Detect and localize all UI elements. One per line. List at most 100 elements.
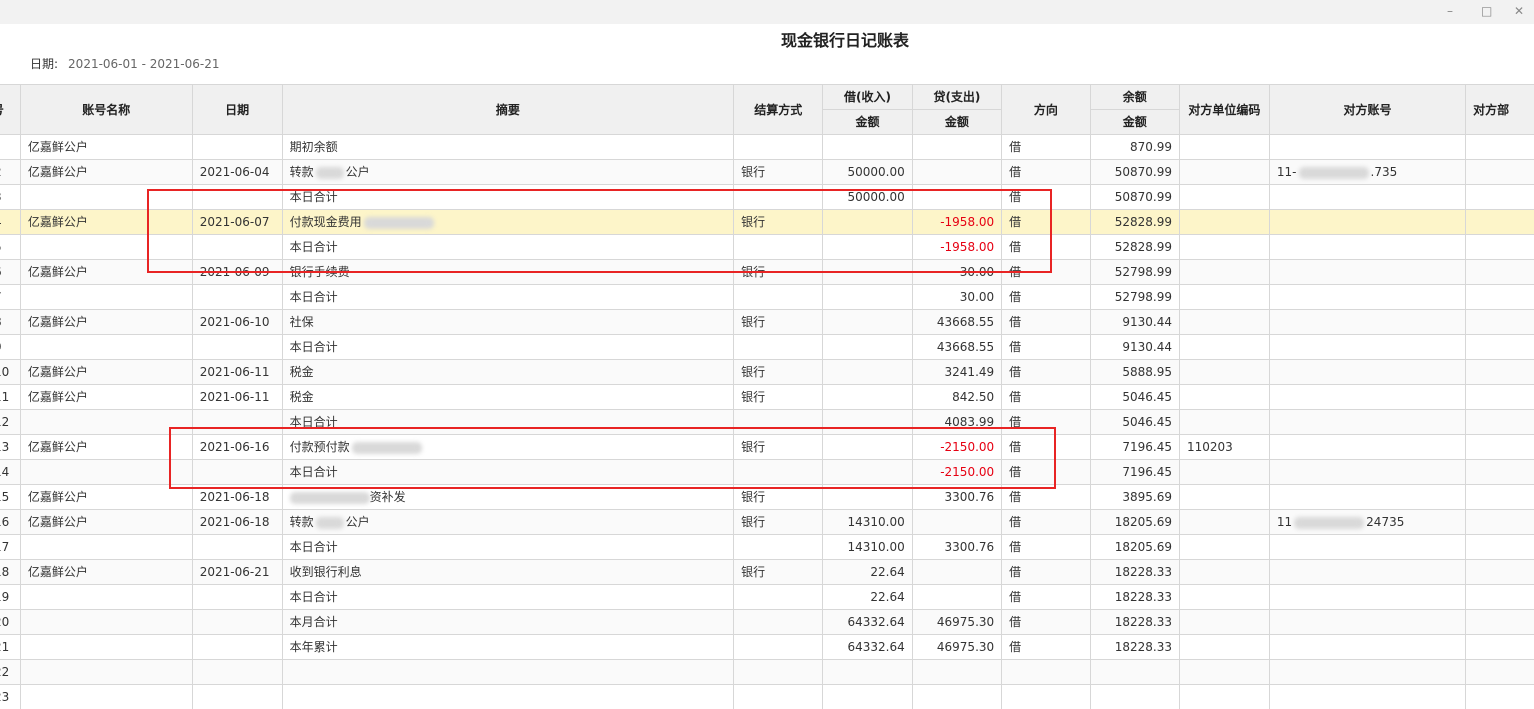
table-row[interactable]: 4亿嘉鲜公户2021-06-07付款现金费用银行-1958.00借52828.9… [0, 210, 1534, 235]
cell-counter-code[interactable] [1179, 485, 1269, 510]
cell-date[interactable]: 2021-06-16 [192, 435, 282, 460]
cell-method[interactable] [734, 460, 823, 485]
cell-summary[interactable]: 本年累计 [282, 635, 734, 660]
cell-counter-account[interactable] [1269, 610, 1465, 635]
cell-method[interactable]: 银行 [734, 210, 823, 235]
cell-seq[interactable]: 9 [0, 335, 20, 360]
cell-counter-dept[interactable] [1466, 360, 1534, 385]
cell-balance[interactable] [1090, 685, 1179, 709]
table-row[interactable]: 亿嘉鲜公户期初余额借870.99 [0, 135, 1534, 160]
cell-direction[interactable]: 借 [1002, 410, 1090, 435]
cell-balance[interactable]: 870.99 [1090, 135, 1179, 160]
cell-balance[interactable]: 9130.44 [1090, 335, 1179, 360]
cell-balance[interactable]: 18228.33 [1090, 585, 1179, 610]
cell-debit[interactable]: 14310.00 [823, 510, 912, 535]
cell-summary[interactable]: 期初余额 [282, 135, 734, 160]
col-header-account[interactable]: 账号名称 [20, 85, 192, 135]
cell-date[interactable] [192, 685, 282, 709]
cell-seq[interactable]: 12 [0, 410, 20, 435]
cell-direction[interactable]: 借 [1002, 285, 1090, 310]
cell-counter-account[interactable] [1269, 410, 1465, 435]
cell-method[interactable]: 银行 [734, 560, 823, 585]
cell-debit[interactable] [823, 385, 912, 410]
cell-balance[interactable]: 18228.33 [1090, 560, 1179, 585]
cell-balance[interactable]: 52798.99 [1090, 285, 1179, 310]
cell-debit[interactable] [823, 235, 912, 260]
cell-counter-dept[interactable] [1466, 285, 1534, 310]
cell-summary[interactable]: 本日合计 [282, 460, 734, 485]
cell-balance[interactable]: 18228.33 [1090, 635, 1179, 660]
cell-direction[interactable]: 借 [1002, 360, 1090, 385]
cell-account[interactable]: 亿嘉鲜公户 [20, 135, 192, 160]
table-row[interactable]: 21本年累计64332.6446975.30借18228.33 [0, 635, 1534, 660]
cell-credit[interactable]: 30.00 [912, 260, 1001, 285]
cell-account[interactable] [20, 585, 192, 610]
cell-method[interactable]: 银行 [734, 160, 823, 185]
cell-debit[interactable]: 64332.64 [823, 610, 912, 635]
cell-counter-code[interactable] [1179, 385, 1269, 410]
cell-credit[interactable] [912, 585, 1001, 610]
cell-credit[interactable]: 43668.55 [912, 335, 1001, 360]
cell-counter-code[interactable] [1179, 660, 1269, 685]
col-header-counter-code[interactable]: 对方单位编码 [1179, 85, 1269, 135]
table-row[interactable]: 15亿嘉鲜公户2021-06-18资补发银行3300.76借3895.69 [0, 485, 1534, 510]
cell-balance[interactable]: 5046.45 [1090, 385, 1179, 410]
cell-seq[interactable]: 6 [0, 260, 20, 285]
cell-account[interactable]: 亿嘉鲜公户 [20, 260, 192, 285]
cell-counter-dept[interactable] [1466, 410, 1534, 435]
cell-account[interactable] [20, 185, 192, 210]
cell-counter-code[interactable] [1179, 335, 1269, 360]
cell-balance[interactable]: 50870.99 [1090, 160, 1179, 185]
cell-counter-code[interactable] [1179, 585, 1269, 610]
table-row[interactable]: 22 [0, 660, 1534, 685]
table-row[interactable]: 19本日合计22.64借18228.33 [0, 585, 1534, 610]
cell-credit[interactable]: -1958.00 [912, 210, 1001, 235]
cell-credit[interactable]: -2150.00 [912, 460, 1001, 485]
cell-method[interactable]: 银行 [734, 485, 823, 510]
cell-credit[interactable]: -2150.00 [912, 435, 1001, 460]
cell-seq[interactable] [0, 135, 20, 160]
cell-balance[interactable]: 7196.45 [1090, 460, 1179, 485]
col-header-seq[interactable]: 号 [0, 85, 20, 135]
cell-summary[interactable] [282, 685, 734, 709]
cell-account[interactable] [20, 410, 192, 435]
cell-date[interactable]: 2021-06-11 [192, 385, 282, 410]
cell-method[interactable] [734, 285, 823, 310]
table-row[interactable]: 5本日合计-1958.00借52828.99 [0, 235, 1534, 260]
cell-direction[interactable]: 借 [1002, 235, 1090, 260]
cell-balance[interactable]: 5888.95 [1090, 360, 1179, 385]
cell-debit[interactable] [823, 260, 912, 285]
table-row[interactable]: 16亿嘉鲜公户2021-06-18转款公户银行14310.00借18205.69… [0, 510, 1534, 535]
cell-counter-account[interactable] [1269, 385, 1465, 410]
cell-direction[interactable]: 借 [1002, 435, 1090, 460]
table-row[interactable]: 13亿嘉鲜公户2021-06-16付款预付款银行-2150.00借7196.45… [0, 435, 1534, 460]
cell-debit[interactable] [823, 135, 912, 160]
cell-direction[interactable]: 借 [1002, 335, 1090, 360]
cell-counter-account[interactable]: 1124735 [1269, 510, 1465, 535]
cell-method[interactable] [734, 535, 823, 560]
cell-counter-dept[interactable] [1466, 685, 1534, 709]
cell-debit[interactable] [823, 660, 912, 685]
cell-summary[interactable]: 本日合计 [282, 585, 734, 610]
cell-date[interactable] [192, 660, 282, 685]
table-row[interactable]: 17本日合计14310.003300.76借18205.69 [0, 535, 1534, 560]
cell-summary[interactable]: 付款预付款 [282, 435, 734, 460]
table-row[interactable]: 23 [0, 685, 1534, 709]
cell-direction[interactable]: 借 [1002, 585, 1090, 610]
cell-seq[interactable]: 16 [0, 510, 20, 535]
cell-seq[interactable]: 22 [0, 660, 20, 685]
cell-method[interactable]: 银行 [734, 385, 823, 410]
cell-credit[interactable]: 3300.76 [912, 535, 1001, 560]
cell-account[interactable] [20, 535, 192, 560]
cell-summary[interactable]: 税金 [282, 360, 734, 385]
cell-summary[interactable]: 本日合计 [282, 185, 734, 210]
cell-counter-code[interactable] [1179, 160, 1269, 185]
cell-debit[interactable]: 50000.00 [823, 160, 912, 185]
cell-debit[interactable] [823, 310, 912, 335]
table-row[interactable]: 10亿嘉鲜公户2021-06-11税金银行3241.49借5888.95 [0, 360, 1534, 385]
cell-credit[interactable]: 46975.30 [912, 635, 1001, 660]
cell-counter-code[interactable] [1179, 410, 1269, 435]
cell-counter-account[interactable] [1269, 435, 1465, 460]
cell-counter-code[interactable] [1179, 135, 1269, 160]
cell-counter-account[interactable] [1269, 335, 1465, 360]
